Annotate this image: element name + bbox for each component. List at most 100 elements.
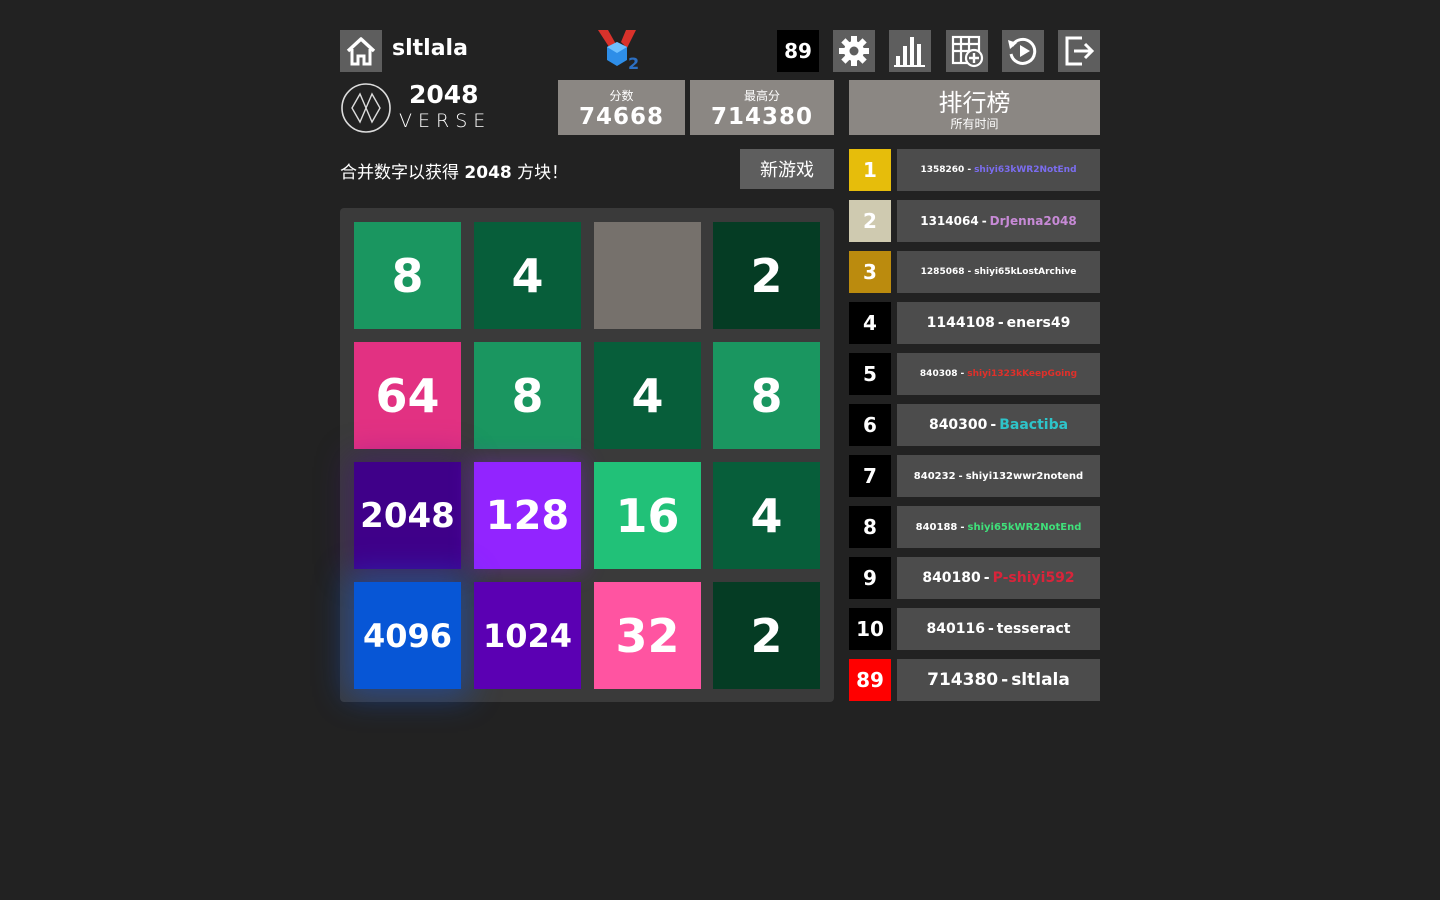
logo: 2048 VERSE [340, 80, 485, 136]
tile-16: 16 [594, 462, 701, 569]
leaderboard-rank: 4 [849, 302, 891, 344]
home-button[interactable] [340, 30, 382, 72]
leaderboard-name[interactable]: shiyi132wwr2notend [966, 471, 1084, 482]
leaderboard-name[interactable]: shiyi65kWR2NotEnd [968, 522, 1082, 533]
grid-add-icon [951, 35, 984, 68]
leaderboard-title: 排行榜 [938, 89, 1011, 117]
leaderboard-separator: - [987, 621, 994, 637]
svg-text:2: 2 [628, 54, 639, 73]
leaderboard-entry[interactable]: 1144108- eners49 [897, 302, 1100, 344]
leaderboard-separator: - [967, 267, 972, 277]
leaderboard-separator: - [990, 417, 997, 433]
leaderboard-entry[interactable]: 714380- sltlala [897, 659, 1100, 701]
logo-title: 2048 [409, 80, 479, 109]
intro-prefix: 合并数字以获得 [340, 163, 465, 183]
leaderboard-rank: 7 [849, 455, 891, 497]
game-board[interactable]: 8 4 2 64 8 4 8 2048 128 16 4 4096 1024 32 2 [340, 208, 834, 702]
tile-8: 8 [713, 342, 820, 449]
leaderboard-score: 840188 [915, 521, 958, 533]
leaderboard-entry[interactable]: 840116- tesseract [897, 608, 1100, 650]
leaderboard-separator: - [1001, 670, 1009, 690]
leaderboard-name[interactable]: eners49 [1007, 315, 1071, 331]
leaderboard-name[interactable]: tesseract [997, 621, 1071, 637]
leaderboard-entry[interactable]: 1314064- DrJenna2048 [897, 200, 1100, 242]
leaderboard-entry[interactable]: 840188- shiyi65kWR2NotEnd [897, 506, 1100, 548]
tile-8: 8 [354, 222, 461, 329]
tile-4: 4 [713, 462, 820, 569]
best-score-label: 最高分 [743, 89, 780, 103]
intro-target: 2048 [464, 163, 512, 183]
leaderboard-name[interactable]: sltlala [1011, 670, 1070, 690]
bar-chart-icon [894, 37, 925, 67]
leaderboard-entry[interactable]: 1358260- shiyi63kWR2NotEnd [897, 149, 1100, 191]
leaderboard-separator: - [960, 521, 965, 533]
leaderboard-score: 840232 [913, 470, 956, 482]
new-board-button[interactable] [946, 30, 988, 72]
tile-2: 2 [713, 582, 820, 689]
tile-4: 4 [594, 342, 701, 449]
intro-suffix: 方块！ [511, 163, 569, 183]
settings-button[interactable] [833, 30, 875, 72]
leaderboard-separator: - [983, 570, 990, 586]
leaderboard-score: 1285068 [920, 267, 965, 277]
leaderboard-name[interactable]: P-shiyi592 [993, 570, 1075, 586]
logo-subtitle: VERSE [399, 110, 492, 132]
tile-2: 2 [713, 222, 820, 329]
leaderboard-separator: - [960, 369, 965, 379]
tile-2048: 2048 [354, 462, 461, 569]
leaderboard-entry[interactable]: 840308- shiyi1323kKeepGoing [897, 353, 1100, 395]
leaderboard-rank: 8 [849, 506, 891, 548]
leaderboard-rank: 89 [849, 659, 891, 701]
leaderboard-separator: - [958, 470, 963, 482]
tile-4096: 4096 [354, 582, 461, 689]
leaderboard-score: 840300 [928, 417, 988, 433]
tile-128: 128 [474, 462, 581, 569]
game-intro: 合并数字以获得 2048 方块！ [340, 158, 568, 183]
leaderboard-separator: - [997, 315, 1004, 331]
leaderboard-rank: 9 [849, 557, 891, 599]
leaderboard-entry[interactable]: 840180- P-shiyi592 [897, 557, 1100, 599]
replay-button[interactable] [1002, 30, 1044, 72]
leaderboard-score: 840180 [922, 570, 981, 586]
logout-button[interactable] [1058, 30, 1100, 72]
tile-empty [594, 222, 701, 329]
leaderboard-header[interactable]: 排行榜 所有时间 [849, 80, 1100, 135]
leaderboard-separator: - [981, 214, 987, 228]
stats-button[interactable] [889, 30, 931, 72]
tile-4: 4 [474, 222, 581, 329]
leaderboard-score: 840308 [919, 369, 958, 379]
leaderboard-rank: 1 [849, 149, 891, 191]
username: sltlala [392, 36, 468, 61]
home-icon [346, 37, 376, 66]
leaderboard-score: 1358260 [920, 165, 965, 175]
leaderboard-score: 1144108 [926, 315, 995, 331]
replay-icon [1008, 37, 1037, 65]
leaderboard-separator: - [967, 165, 972, 175]
leaderboard-score: 714380 [927, 670, 999, 690]
leaderboard-name[interactable]: shiyi63kWR2NotEnd [974, 165, 1076, 175]
best-score-value: 714380 [710, 104, 814, 130]
leaderboard-rank: 3 [849, 251, 891, 293]
logout-icon [1065, 36, 1095, 66]
leaderboard-rank: 2 [849, 200, 891, 242]
tile-64: 64 [354, 342, 461, 449]
leaderboard-name[interactable]: shiyi65kLostArchive [974, 267, 1076, 277]
rank-badge: 89 [777, 30, 819, 72]
score-value: 74668 [578, 104, 665, 130]
logo-emblem-icon [341, 83, 391, 133]
new-game-button[interactable]: 新游戏 [740, 149, 834, 189]
leaderboard-rank: 5 [849, 353, 891, 395]
tile-32: 32 [594, 582, 701, 689]
score-box: 分数 74668 [558, 80, 685, 135]
leaderboard-name[interactable]: Baactiba [999, 417, 1068, 433]
leaderboard-score: 1314064 [920, 214, 979, 228]
tile-8: 8 [474, 342, 581, 449]
leaderboard-name[interactable]: shiyi1323kKeepGoing [967, 369, 1077, 379]
leaderboard-entry[interactable]: 840300- Baactiba [897, 404, 1100, 446]
leaderboard-entry[interactable]: 1285068- shiyi65kLostArchive [897, 251, 1100, 293]
gear-icon [839, 36, 869, 66]
medal-icon[interactable]: 2 [594, 28, 646, 74]
leaderboard-entry[interactable]: 840232- shiyi132wwr2notend [897, 455, 1100, 497]
leaderboard-subtitle: 所有时间 [950, 117, 999, 131]
leaderboard-name[interactable]: DrJenna2048 [990, 214, 1077, 228]
